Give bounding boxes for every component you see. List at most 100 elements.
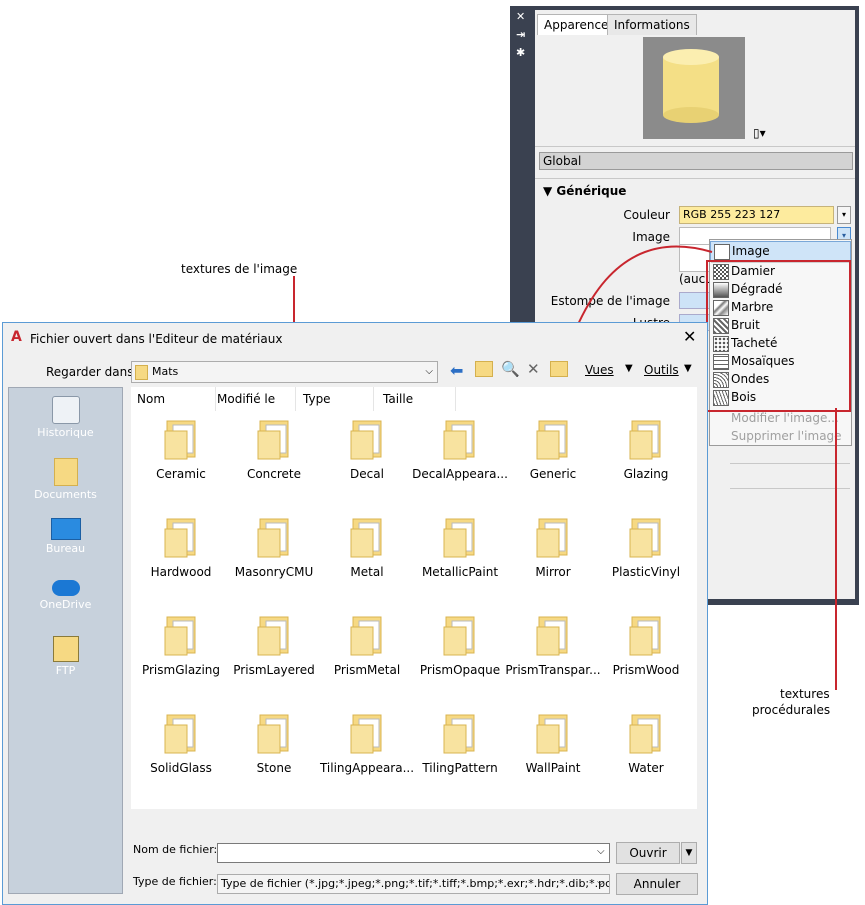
folder-item[interactable]: PrismGlazing	[133, 613, 229, 677]
folder-label: Stone	[256, 761, 292, 775]
documents-icon	[53, 458, 78, 486]
folder-label: TilingAppeara...	[319, 761, 415, 775]
folder-icon	[443, 420, 475, 460]
folder-icon	[164, 616, 196, 656]
folder-icon	[164, 420, 196, 460]
place-onedrive[interactable]: OneDrive	[9, 580, 122, 611]
callout-procedural-1: textures	[780, 687, 830, 701]
look-in-value: Mats	[152, 365, 179, 378]
place-ftp[interactable]: FTP	[9, 636, 122, 677]
folder-item[interactable]: Concrete	[226, 417, 322, 481]
filetype-select[interactable]: Type de fichier (*.jpg;*.jpeg;*.png;*.ti…	[217, 874, 610, 894]
autocad-logo-icon: A	[11, 329, 22, 345]
folder-label: TilingPattern	[422, 761, 498, 775]
folder-item[interactable]: WallPaint	[505, 711, 601, 775]
folder-item[interactable]: Ceramic	[133, 417, 229, 481]
tools-chevron-icon[interactable]: ▼	[684, 363, 692, 374]
place-documents[interactable]: Documents	[9, 458, 122, 501]
filename-label: Nom de fichier:	[133, 843, 218, 856]
folder-item[interactable]: Stone	[226, 711, 322, 775]
callout-procedural-2: procédurales	[752, 703, 831, 717]
views-menu[interactable]: Vues	[585, 363, 614, 377]
folder-item[interactable]: Water	[598, 711, 694, 775]
folder-label: Hardwood	[150, 565, 212, 579]
new-folder-icon[interactable]	[550, 361, 568, 377]
views-chevron-icon[interactable]: ▼	[625, 363, 633, 374]
folder-item[interactable]: Metal	[319, 515, 415, 579]
folder-item[interactable]: MetallicPaint	[412, 515, 508, 579]
folder-icon	[350, 714, 382, 754]
tools-menu[interactable]: Outils	[644, 363, 679, 377]
look-in-label: Regarder dans:	[46, 365, 138, 379]
folder-item[interactable]: Generic	[505, 417, 601, 481]
filetype-label: Type de fichier:	[133, 875, 217, 888]
folder-item[interactable]: Hardwood	[133, 515, 229, 579]
folder-icon	[536, 714, 568, 754]
folder-icon	[629, 714, 661, 754]
look-in-combo[interactable]: Mats ⌵	[131, 361, 438, 383]
folder-label: Glazing	[623, 467, 669, 481]
place-bureau[interactable]: Bureau	[9, 518, 122, 555]
history-icon	[51, 396, 80, 424]
back-arrow-icon[interactable]: ⬅	[450, 361, 463, 380]
folder-item[interactable]: SolidGlass	[133, 711, 229, 775]
open-dropdown-button[interactable]: ▼	[681, 842, 697, 864]
folder-icon	[164, 518, 196, 558]
folder-label: Metal	[350, 565, 384, 579]
folder-item[interactable]: PrismMetal	[319, 613, 415, 677]
folder-icon	[443, 518, 475, 558]
folder-icon	[257, 714, 289, 754]
folder-item[interactable]: PrismLayered	[226, 613, 322, 677]
folder-label: WallPaint	[525, 761, 581, 775]
column-nom[interactable]: Nom	[131, 387, 216, 411]
folder-item[interactable]: DecalAppeara...	[412, 417, 508, 481]
delete-icon[interactable]: ✕	[527, 360, 540, 378]
cancel-button[interactable]: Annuler	[616, 873, 698, 895]
column-taille[interactable]: Taille	[377, 387, 456, 411]
folder-item[interactable]: Decal	[319, 417, 415, 481]
folder-icon	[629, 518, 661, 558]
folder-item[interactable]: TilingAppeara...	[319, 711, 415, 775]
folder-item[interactable]: TilingPattern	[412, 711, 508, 775]
folder-up-icon[interactable]	[475, 361, 493, 377]
column-type[interactable]: Type	[297, 387, 374, 411]
close-icon[interactable]: ✕	[683, 327, 696, 346]
folder-label: Concrete	[246, 467, 302, 481]
folder-item[interactable]: Mirror	[505, 515, 601, 579]
folder-item[interactable]: PrismWood	[598, 613, 694, 677]
chevron-down-icon: ⌵	[425, 366, 433, 377]
folder-icon	[443, 616, 475, 656]
folder-item[interactable]: PlasticVinyl	[598, 515, 694, 579]
place-label: Bureau	[45, 542, 86, 555]
dialog-title: Fichier ouvert dans l'Editeur de matéria…	[30, 332, 283, 346]
folder-icon	[350, 616, 382, 656]
place-label: Historique	[37, 426, 94, 439]
place-historique[interactable]: Historique	[9, 396, 122, 439]
folder-label: SolidGlass	[150, 761, 212, 775]
folder-label: Mirror	[535, 565, 571, 579]
folder-icon	[536, 420, 568, 460]
filename-input[interactable]	[217, 843, 610, 863]
search-web-icon[interactable]: 🔍	[501, 360, 520, 378]
folder-icon	[629, 616, 661, 656]
folder-item[interactable]: Glazing	[598, 417, 694, 481]
column-modifie[interactable]: Modifié le	[211, 387, 296, 411]
folder-icon	[536, 518, 568, 558]
place-label: FTP	[55, 664, 76, 677]
folder-label: MetallicPaint	[421, 565, 499, 579]
folder-label: DecalAppeara...	[412, 467, 508, 481]
folder-label: PrismOpaque	[419, 663, 501, 677]
folder-icon	[350, 420, 382, 460]
open-button[interactable]: Ouvrir	[616, 842, 680, 864]
folder-icon	[536, 616, 568, 656]
folder-label: Ceramic	[156, 467, 206, 481]
folder-icon	[257, 420, 289, 460]
filetype-chevron-icon[interactable]: ⌵	[597, 877, 605, 888]
folder-item[interactable]: MasonryCMU	[226, 515, 322, 579]
folder-icon	[629, 420, 661, 460]
callout-image-textures: textures de l'image	[181, 262, 298, 276]
folder-item[interactable]: PrismTranspar...	[505, 613, 601, 677]
desktop-icon	[50, 518, 81, 540]
filename-chevron-icon[interactable]: ⌵	[597, 846, 605, 857]
folder-item[interactable]: PrismOpaque	[412, 613, 508, 677]
